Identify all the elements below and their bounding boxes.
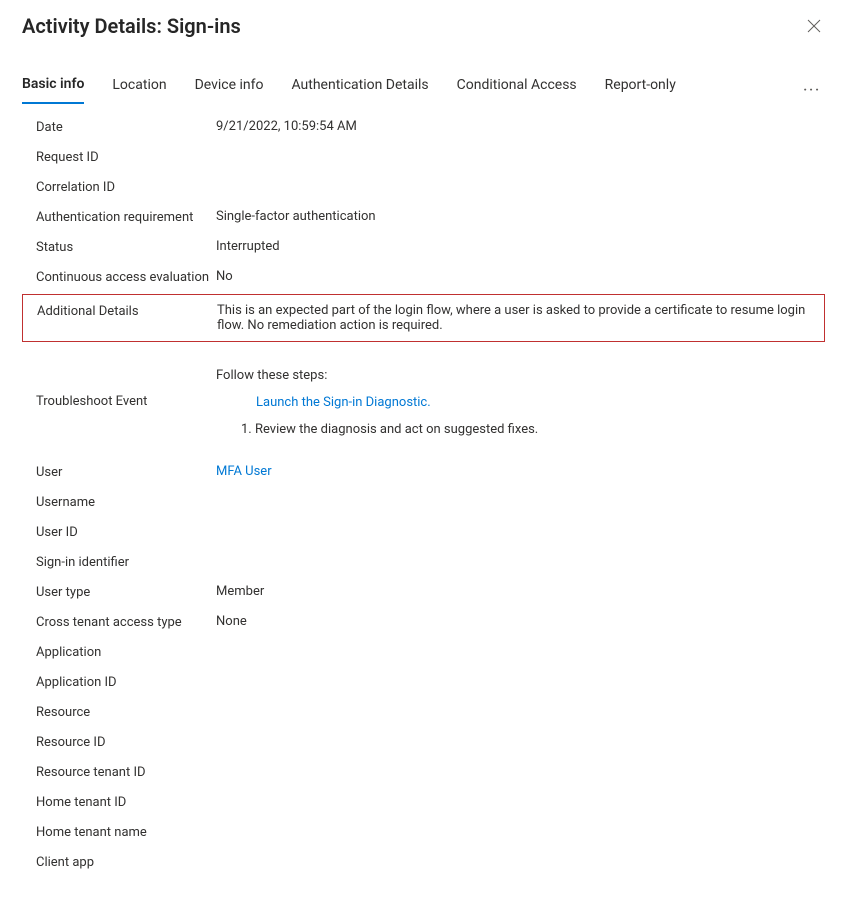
row-home-tenant-name: Home tenant name	[0, 817, 847, 847]
close-button[interactable]	[803, 15, 825, 37]
row-home-tenant-id: Home tenant ID	[0, 787, 847, 817]
value-additional-details: This is an expected part of the login fl…	[217, 303, 824, 333]
label-cae: Continuous access evaluation	[36, 269, 216, 285]
tab-conditional-access[interactable]: Conditional Access	[457, 77, 577, 103]
tab-report-only[interactable]: Report-only	[605, 77, 676, 103]
label-user-type: User type	[36, 584, 216, 600]
panel-header: Activity Details: Sign-ins	[0, 0, 847, 44]
row-troubleshoot: Troubleshoot Event Follow these steps: L…	[0, 344, 847, 457]
value-cae: No	[216, 269, 825, 284]
label-status: Status	[36, 239, 216, 255]
row-application-id: Application ID	[0, 667, 847, 697]
label-auth-requirement: Authentication requirement	[36, 209, 216, 225]
more-icon: ···	[803, 83, 821, 98]
value-auth-requirement: Single-factor authentication	[216, 209, 825, 224]
row-user-id: User ID	[0, 517, 847, 547]
row-resource-id: Resource ID	[0, 727, 847, 757]
details-list: Date 9/21/2022, 10:59:54 AM Request ID C…	[0, 104, 847, 897]
row-resource-tenant-id: Resource tenant ID	[0, 757, 847, 787]
value-status: Interrupted	[216, 239, 825, 254]
tab-bar: Basic info Location Device info Authenti…	[0, 60, 847, 104]
label-signin-identifier: Sign-in identifier	[36, 554, 216, 570]
label-cross-tenant: Cross tenant access type	[36, 614, 216, 630]
user-link[interactable]: MFA User	[216, 464, 272, 479]
label-user-id: User ID	[36, 524, 216, 540]
row-resource: Resource	[0, 697, 847, 727]
launch-signin-diagnostic-link[interactable]: Launch the Sign-in Diagnostic.	[256, 395, 825, 410]
label-home-tenant-name: Home tenant name	[36, 824, 216, 840]
row-auth-requirement: Authentication requirement Single-factor…	[0, 202, 847, 232]
page-title: Activity Details: Sign-ins	[22, 14, 241, 38]
value-user-type: Member	[216, 584, 825, 599]
label-username: Username	[36, 494, 216, 510]
row-additional-details: Additional Details This is an expected p…	[22, 294, 825, 342]
row-user: User MFA User	[0, 457, 847, 487]
troubleshoot-body: Follow these steps: Launch the Sign-in D…	[216, 368, 825, 437]
label-additional-details: Additional Details	[37, 303, 217, 319]
label-client-app: Client app	[36, 854, 216, 870]
row-signin-identifier: Sign-in identifier	[0, 547, 847, 577]
value-date: 9/21/2022, 10:59:54 AM	[216, 119, 825, 134]
close-icon	[807, 19, 821, 33]
label-user: User	[36, 464, 216, 480]
label-troubleshoot: Troubleshoot Event	[36, 368, 216, 409]
label-home-tenant-id: Home tenant ID	[36, 794, 216, 810]
label-request-id: Request ID	[36, 149, 216, 165]
label-date: Date	[36, 119, 216, 135]
row-status: Status Interrupted	[0, 232, 847, 262]
row-correlation-id: Correlation ID	[0, 172, 847, 202]
row-request-id: Request ID	[0, 142, 847, 172]
label-application-id: Application ID	[36, 674, 216, 690]
label-resource-id: Resource ID	[36, 734, 216, 750]
more-menu-button[interactable]: ···	[799, 79, 825, 102]
troubleshoot-follow-text: Follow these steps:	[216, 368, 825, 383]
tab-auth-details[interactable]: Authentication Details	[291, 77, 428, 103]
label-resource: Resource	[36, 704, 216, 720]
content-scroll-area[interactable]: Basic info Location Device info Authenti…	[0, 60, 847, 909]
row-username: Username	[0, 487, 847, 517]
tab-basic-info[interactable]: Basic info	[22, 76, 84, 104]
row-application: Application	[0, 637, 847, 667]
troubleshoot-step1: 1. Review the diagnosis and act on sugge…	[241, 422, 825, 437]
tab-device-info[interactable]: Device info	[195, 77, 264, 103]
value-cross-tenant: None	[216, 614, 825, 629]
row-cross-tenant: Cross tenant access type None	[0, 607, 847, 637]
row-client-app: Client app	[0, 847, 847, 877]
tab-location[interactable]: Location	[112, 77, 166, 103]
label-application: Application	[36, 644, 216, 660]
row-user-type: User type Member	[0, 577, 847, 607]
label-resource-tenant-id: Resource tenant ID	[36, 764, 216, 780]
label-correlation-id: Correlation ID	[36, 179, 216, 195]
row-cae: Continuous access evaluation No	[0, 262, 847, 292]
row-date: Date 9/21/2022, 10:59:54 AM	[0, 112, 847, 142]
